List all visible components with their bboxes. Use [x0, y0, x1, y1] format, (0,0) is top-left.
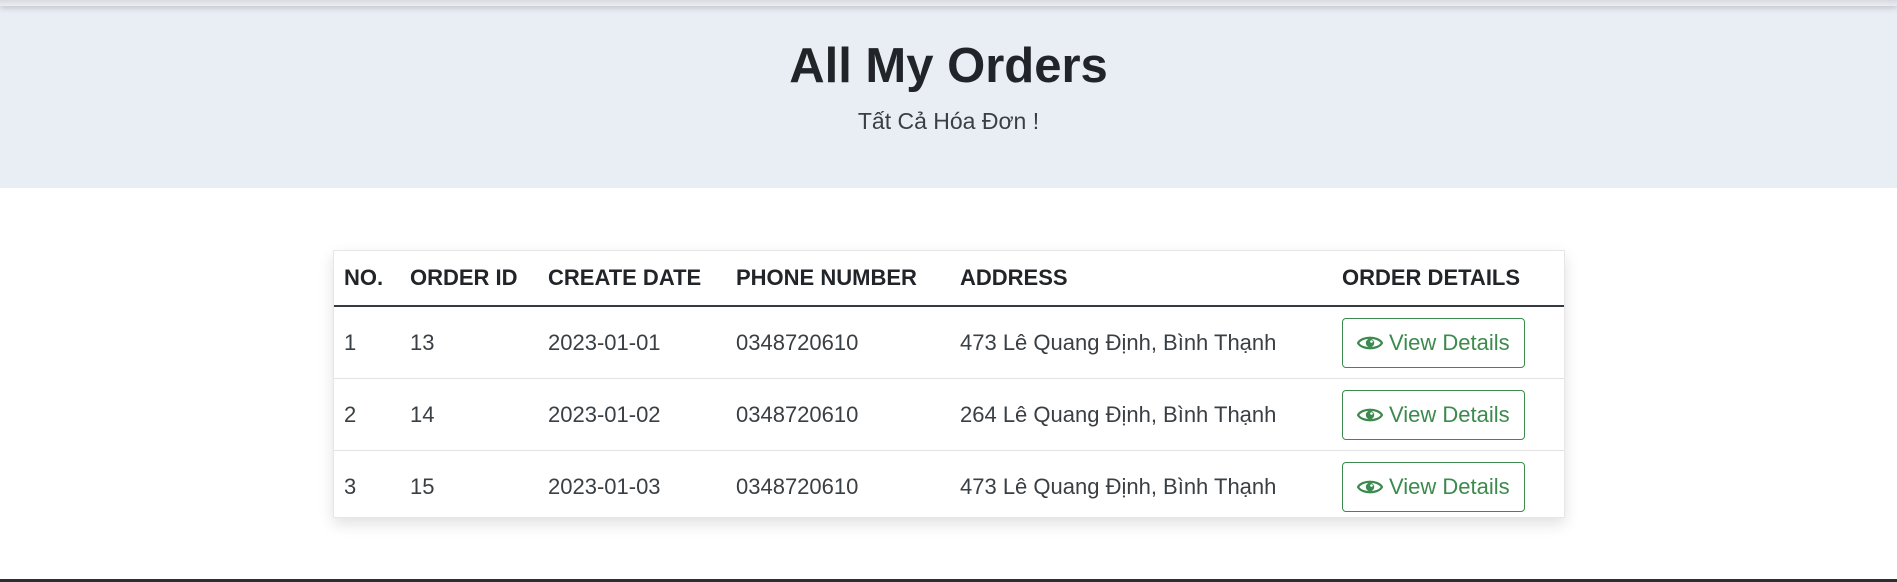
- cell-order-details: View Details: [1332, 306, 1564, 379]
- cell-address: 473 Lê Quang Định, Bình Thạnh: [960, 473, 1277, 499]
- cell-order-details: View Details: [1332, 451, 1564, 523]
- page-title: All My Orders: [789, 39, 1108, 93]
- cell-phone: 0348720610: [726, 306, 950, 379]
- cell-create-date: 2023-01-01: [538, 306, 726, 379]
- view-details-button[interactable]: View Details: [1342, 461, 1525, 512]
- column-header-address: ADDRESS: [950, 251, 1332, 307]
- eye-icon: [1357, 480, 1383, 493]
- cell-phone: 0348720610: [726, 378, 950, 451]
- column-header-order-id: ORDER ID: [400, 251, 538, 307]
- page-header: All My Orders Tất Cả Hóa Đơn !: [0, 0, 1897, 188]
- page-subtitle: Tất Cả Hóa Đơn !: [857, 108, 1040, 134]
- cell-no: 1: [334, 306, 400, 379]
- orders-table-card: NO. ORDER ID CREATE DATE PHONE NUMBER AD…: [333, 250, 1565, 518]
- view-details-label: View Details: [1389, 473, 1510, 499]
- cell-order-id: 15: [410, 473, 435, 499]
- cell-create-date: 2023-01-03: [548, 473, 661, 499]
- cell-address: 473 Lê Quang Định, Bình Thạnh: [950, 306, 1332, 379]
- cell-address: 264 Lê Quang Định, Bình Thạnh: [950, 378, 1332, 451]
- cell-order-details: View Details: [1332, 378, 1564, 451]
- cell-order-id: 14: [400, 378, 538, 451]
- table-row: 1 13 2023-01-01 0348720610 473 Lê Quang …: [334, 306, 1564, 379]
- top-navbar-edge: [0, 0, 1897, 6]
- cell-create-date: 2023-01-02: [538, 378, 726, 451]
- view-details-button[interactable]: View Details: [1342, 389, 1525, 440]
- cell-no: 3: [344, 473, 357, 499]
- view-details-button[interactable]: View Details: [1342, 317, 1525, 368]
- column-header-create-date: CREATE DATE: [538, 251, 726, 307]
- view-details-label: View Details: [1389, 329, 1510, 355]
- eye-icon: [1357, 408, 1383, 421]
- column-header-phone-number: PHONE NUMBER: [726, 251, 950, 307]
- orders-table: NO. ORDER ID CREATE DATE PHONE NUMBER AD…: [334, 251, 1564, 522]
- cell-order-id: 13: [400, 306, 538, 379]
- eye-icon: [1357, 336, 1383, 349]
- table-header-row: NO. ORDER ID CREATE DATE PHONE NUMBER AD…: [334, 251, 1564, 307]
- cell-phone: 0348720610: [736, 473, 859, 499]
- cell-no: 2: [334, 378, 400, 451]
- column-header-order-details: ORDER DETAILS: [1332, 251, 1564, 307]
- table-row: 2 14 2023-01-02 0348720610 264 Lê Quang …: [334, 378, 1564, 451]
- column-header-no: NO.: [334, 251, 400, 307]
- table-row: 3 15 2023-01-03 0348720610 473 Lê Quang …: [334, 451, 1564, 523]
- view-details-label: View Details: [1389, 401, 1510, 427]
